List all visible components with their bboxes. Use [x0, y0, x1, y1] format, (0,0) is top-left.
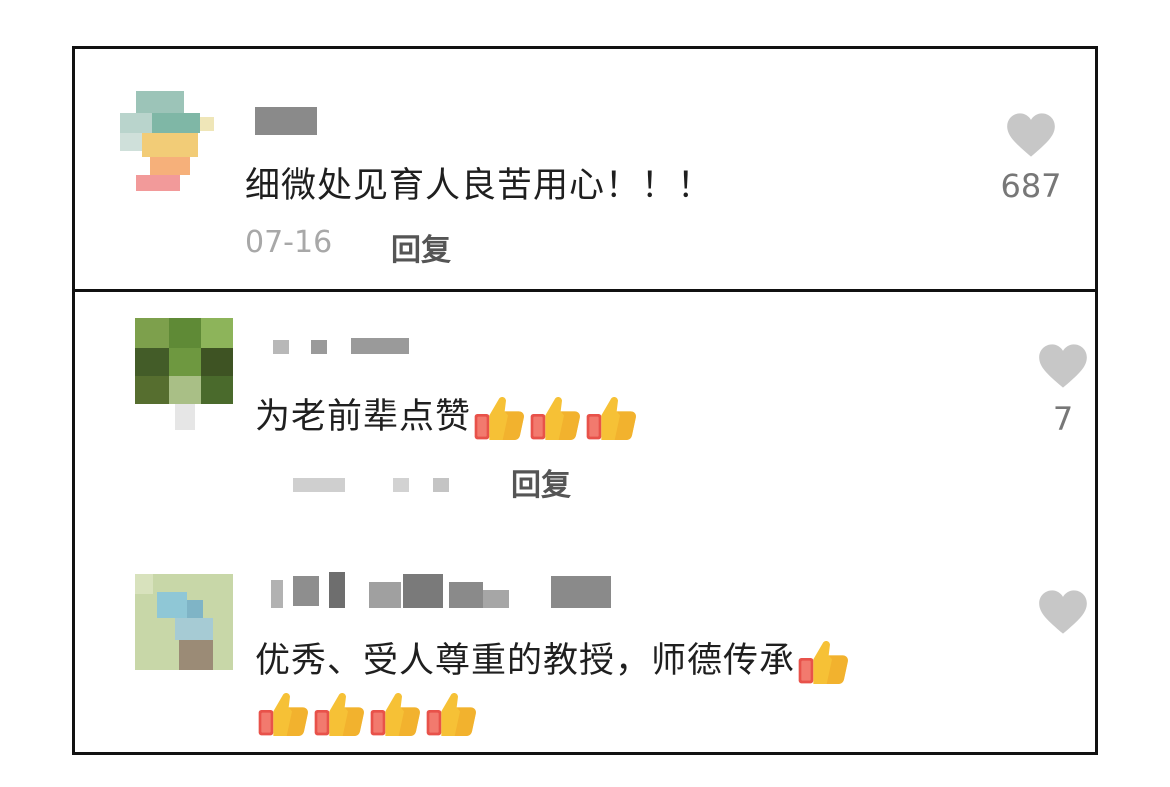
comment-text-continued [255, 690, 479, 738]
thumbs-up-icon [530, 396, 580, 440]
avatar[interactable] [135, 318, 235, 430]
username-redacted [273, 338, 413, 356]
thumbs-up-icon [258, 692, 308, 736]
reply-button[interactable]: 回复 [391, 225, 451, 269]
thumbs-up-icon [314, 692, 364, 736]
thumbs-up-emoji-group [255, 690, 479, 738]
avatar[interactable] [135, 574, 235, 672]
heart-icon[interactable] [1037, 342, 1089, 390]
username-redacted [271, 572, 627, 612]
thumbs-up-icon [798, 640, 848, 684]
comment-date: 07-16 [245, 225, 333, 260]
thumbs-up-emoji-group [795, 638, 851, 686]
avatar[interactable] [120, 91, 216, 195]
comment-text: 优秀、受人尊重的教授，师德传承 [255, 632, 851, 686]
comment-list: 为老前辈点赞 回复 7 优秀、受人尊重的教授，师德传承 [72, 289, 1098, 755]
reply-button[interactable]: 回复 [511, 460, 571, 504]
comment-text: 细微处见育人良苦用心！！！ [245, 166, 714, 206]
thumbs-up-emoji-group [471, 394, 639, 442]
reply-meta-redacted [293, 476, 473, 494]
comment-card-1: 细微处见育人良苦用心！！！ 07-16 回复 687 [72, 46, 1098, 293]
thumbs-up-icon [474, 396, 524, 440]
thumbs-up-icon [586, 396, 636, 440]
username-redacted [255, 107, 319, 135]
heart-icon[interactable] [1005, 111, 1057, 159]
heart-icon[interactable] [1037, 588, 1089, 636]
comment-text-content: 为老前辈点赞 [255, 397, 472, 437]
comment-text: 为老前辈点赞 [255, 388, 639, 442]
like-count: 7 [1052, 400, 1074, 438]
like-count: 687 [1000, 167, 1062, 205]
thumbs-up-icon [370, 692, 420, 736]
thumbs-up-icon [426, 692, 476, 736]
comment-text-content: 优秀、受人尊重的教授，师德传承 [255, 641, 796, 681]
